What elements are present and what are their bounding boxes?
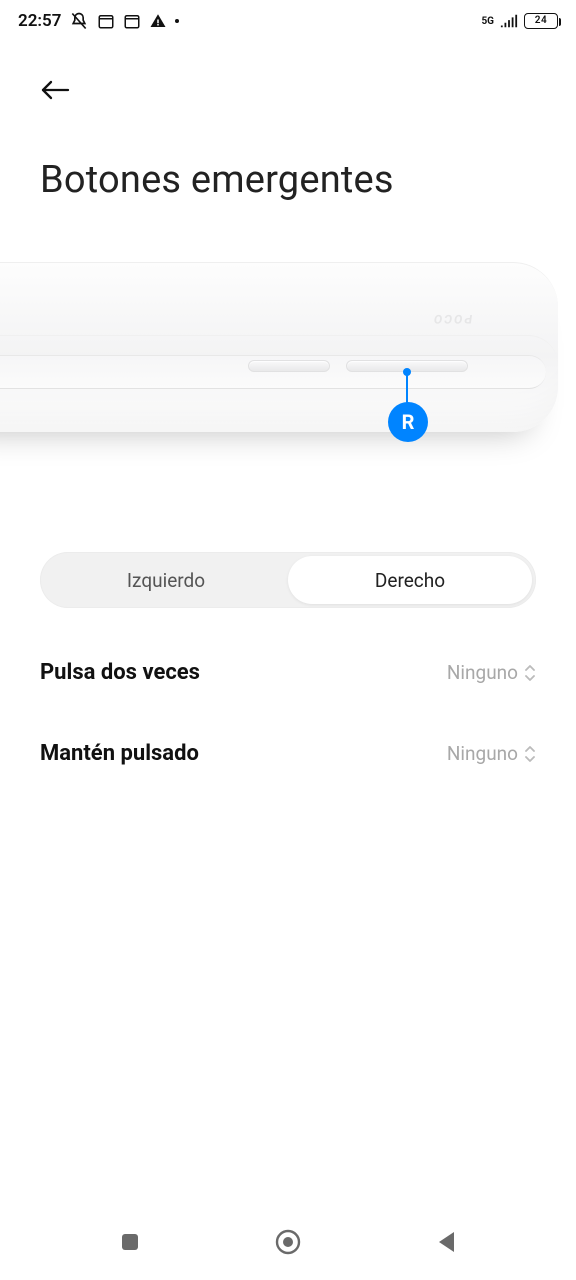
back-button[interactable]	[40, 70, 80, 110]
segment-left-label: Izquierdo	[127, 569, 205, 592]
updown-icon	[524, 665, 536, 681]
updown-icon	[524, 746, 536, 762]
system-nav-bar	[0, 1204, 576, 1280]
mute-icon	[69, 11, 89, 31]
nav-recents-button[interactable]	[102, 1214, 158, 1270]
status-bar: 22:57 5G	[0, 0, 576, 42]
phone-illustration: POCO R	[0, 262, 576, 472]
content-area: Izquierdo Derecho Pulsa dos veces Ningun…	[0, 552, 576, 766]
status-left: 22:57	[18, 11, 179, 31]
phone-body	[0, 262, 558, 432]
phone-button-left	[248, 360, 330, 372]
option-long-press-label: Mantén pulsado	[40, 741, 199, 766]
nav-home-button[interactable]	[260, 1214, 316, 1270]
option-double-press-value-group: Ninguno	[447, 661, 536, 684]
battery-level: 24	[525, 14, 557, 28]
segment-right[interactable]: Derecho	[288, 556, 532, 604]
option-double-press[interactable]: Pulsa dos veces Ninguno	[40, 660, 536, 685]
option-double-press-label: Pulsa dos veces	[40, 660, 200, 685]
page-title: Botones emergentes	[40, 158, 536, 202]
battery-icon: 24	[524, 13, 558, 29]
signal-icon	[500, 14, 518, 28]
segment-left[interactable]: Izquierdo	[44, 556, 288, 604]
option-long-press[interactable]: Mantén pulsado Ninguno	[40, 741, 536, 766]
marker-label: R	[402, 410, 415, 434]
segment-right-label: Derecho	[375, 569, 445, 592]
option-long-press-value-group: Ninguno	[447, 742, 536, 765]
status-right: 5G 24	[481, 13, 558, 29]
pointer-line-icon	[406, 372, 408, 404]
calendar-icon	[97, 12, 115, 30]
option-double-press-value: Ninguno	[447, 661, 518, 684]
option-long-press-value: Ninguno	[447, 742, 518, 765]
network-type: 5G	[481, 17, 494, 26]
nav-back-button[interactable]	[418, 1214, 474, 1270]
page-header: Botones emergentes	[0, 42, 576, 202]
right-marker-badge: R	[388, 402, 428, 442]
warning-icon	[149, 12, 167, 30]
side-segmented-control: Izquierdo Derecho	[40, 552, 536, 608]
phone-brand: POCO	[431, 312, 473, 326]
calendar-icon-2	[123, 12, 141, 30]
status-time: 22:57	[18, 11, 61, 31]
more-indicator-icon	[175, 19, 179, 23]
